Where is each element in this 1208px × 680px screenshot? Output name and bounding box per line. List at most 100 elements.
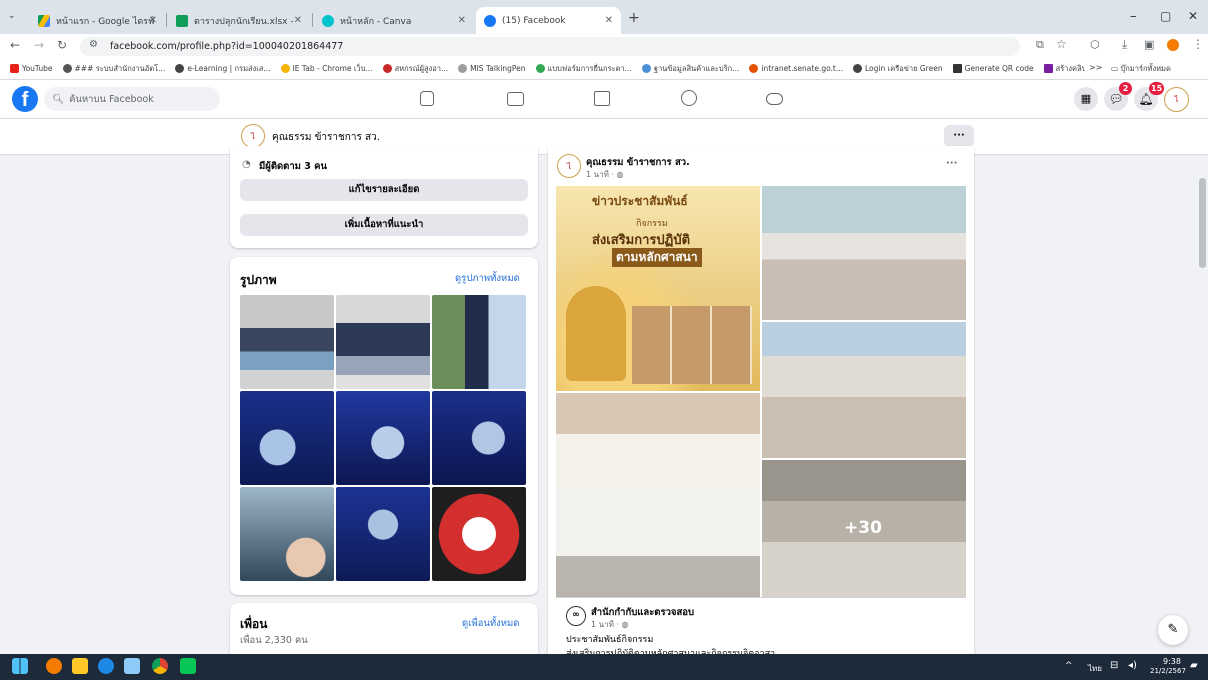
bookmark-ietab[interactable]: IE Tab - Chrome เว็บ...	[280, 63, 373, 75]
forward-icon[interactable]: →	[34, 38, 44, 52]
tab-close-icon[interactable]: ✕	[149, 15, 157, 26]
edge-icon[interactable]	[98, 658, 114, 674]
download-icon[interactable]: ⤓	[1122, 37, 1127, 52]
post-menu-button[interactable]: ···	[946, 158, 957, 169]
tab-close-icon[interactable]: ✕	[458, 15, 466, 26]
post-author-avatar[interactable]: ไ	[557, 154, 581, 178]
profile-avatar-small[interactable]: ไ	[241, 124, 265, 148]
network-icon[interactable]: ⊟	[1110, 660, 1118, 671]
browser-menu-icon[interactable]: ⋮	[1192, 37, 1204, 51]
clock-time[interactable]: 9:38	[1163, 657, 1181, 666]
bookmark-office[interactable]: ### ระบบสำนักงานอัตโ...	[62, 63, 165, 75]
post-image[interactable]	[762, 186, 966, 320]
bookmark-qr-generate[interactable]: Generate QR code	[952, 64, 1034, 73]
post-image[interactable]	[762, 322, 966, 458]
more-photos-count: +30	[844, 518, 882, 538]
photo-thumbnail[interactable]	[432, 295, 526, 389]
new-message-button[interactable]: ✎	[1158, 615, 1188, 645]
profile-name[interactable]: คุณธรรม ข้าราชการ สว.	[272, 130, 380, 145]
facebook-search-input[interactable]: 🔍︎ ค้นหาบน Facebook	[44, 87, 220, 111]
tab-title: ตารางปลุกนักเรียน.xlsx - Google ชีต	[194, 16, 294, 27]
bookmark-youtube[interactable]: YouTube	[10, 64, 53, 73]
chrome-icon[interactable]	[152, 658, 168, 674]
photo-thumbnail[interactable]	[336, 391, 430, 485]
search-icon: 🔍︎	[52, 93, 65, 105]
bookmark-mis[interactable]: MIS TalkingPen	[458, 64, 526, 73]
banner-title: ข่าวประชาสัมพันธ์	[592, 194, 688, 208]
profile-avatar-icon[interactable]	[1167, 39, 1179, 51]
tab-google-drive[interactable]: หน้าแรก - Google ไดรฟ์ ✕	[30, 7, 165, 34]
menu-grid-icon[interactable]: ▦	[1074, 87, 1098, 111]
tab-close-icon[interactable]: ✕	[294, 15, 302, 26]
groups-icon[interactable]	[681, 90, 697, 106]
tab-facebook[interactable]: (15) Facebook ✕	[476, 7, 621, 34]
photo-thumbnail[interactable]	[336, 295, 430, 389]
facebook-logo-icon[interactable]: f	[12, 86, 38, 112]
tab-canva[interactable]: หน้าหลัก - Canva ✕	[314, 7, 474, 34]
marketplace-icon[interactable]	[594, 91, 610, 106]
drive-icon	[535, 64, 545, 73]
volume-icon[interactable]: ◂)	[1128, 660, 1137, 671]
bookmark-intranet[interactable]: intranet.senate.go.t...	[749, 64, 843, 73]
taskbar-app-icon[interactable]	[124, 658, 140, 674]
bookmarks-overflow-button[interactable]: >>	[1085, 63, 1107, 72]
all-bookmarks-folder[interactable]: ▭ บุ๊กมาร์กทั้งหมด	[1105, 63, 1208, 75]
photo-thumbnail[interactable]	[432, 391, 526, 485]
line-icon[interactable]	[180, 658, 196, 674]
shared-text-line: ส่งเสริมการปฏิบัติตามหลักศาสนาและกิจกรรม…	[566, 649, 776, 654]
notifications-badge: 15	[1149, 82, 1165, 95]
video-icon[interactable]	[507, 92, 524, 106]
tab-title: หน้าหลัก - Canva	[340, 16, 412, 27]
banner-subtitle: กิจกรรม	[636, 219, 668, 229]
page-scrollbar[interactable]	[1199, 178, 1206, 268]
bookmark-login-green[interactable]: Login เครือข่าย Green	[853, 63, 943, 75]
tab-close-icon[interactable]: ✕	[605, 15, 613, 26]
photo-thumbnail[interactable]	[432, 487, 526, 581]
tab-google-sheets[interactable]: ตารางปลุกนักเรียน.xlsx - Google ชีต ✕	[168, 7, 310, 34]
notification-center-icon[interactable]: ▰	[1190, 660, 1198, 671]
rss-icon: ◔	[242, 159, 251, 170]
close-window-button[interactable]: ✕	[1188, 9, 1198, 23]
add-featured-button[interactable]: เพิ่มเนื้อหาที่แนะนำ	[240, 214, 528, 236]
bookmark-elearning[interactable]: e-Learning | กรมส่งเส...	[175, 63, 271, 75]
bookmark-forms[interactable]: แบบฟอร์มการยื่นกระดา...	[535, 63, 632, 75]
home-icon[interactable]	[420, 91, 434, 106]
post-image[interactable]	[556, 393, 760, 597]
tab-search-button[interactable]: ⌄	[8, 11, 22, 25]
photo-thumbnail[interactable]	[336, 487, 430, 581]
side-panel-icon[interactable]: ▣	[1144, 38, 1154, 51]
account-avatar[interactable]: ไ	[1164, 87, 1189, 112]
shared-author-avatar[interactable]: ∞	[566, 606, 586, 626]
reload-icon[interactable]: ↻	[57, 38, 67, 52]
clock-date[interactable]: 21/2/2567	[1150, 667, 1186, 675]
see-all-friends-link[interactable]: ดูเพื่อนทั้งหมด	[462, 616, 519, 631]
install-app-icon[interactable]: ⧉	[1036, 38, 1044, 52]
photo-thumbnail[interactable]	[240, 391, 334, 485]
taskbar-app-icon[interactable]	[46, 658, 62, 674]
windows-start-icon[interactable]	[12, 658, 28, 674]
photos-title: รูปภาพ	[240, 273, 277, 287]
bookmark-star-icon[interactable]: ☆	[1056, 37, 1067, 51]
post-image-banner[interactable]: ข่าวประชาสัมพันธ์ กิจกรรม ส่งเสริมการปฏิ…	[556, 186, 760, 391]
photo-thumbnail[interactable]	[240, 295, 334, 389]
back-icon[interactable]: ←	[10, 38, 20, 52]
maximize-button[interactable]: ▢	[1160, 9, 1171, 23]
new-tab-button[interactable]: +	[628, 10, 640, 26]
see-all-photos-link[interactable]: ดูรูปภาพทั้งหมด	[455, 271, 520, 286]
gaming-icon[interactable]	[766, 93, 783, 105]
photo-thumbnail[interactable]	[240, 487, 334, 581]
file-explorer-icon[interactable]	[72, 658, 88, 674]
ietab-icon	[280, 64, 290, 73]
extensions-icon[interactable]: ⬡	[1090, 38, 1100, 51]
bookmark-coop[interactable]: สหกรณ์ผู้สูงอา...	[382, 63, 448, 75]
language-indicator[interactable]: ไทย	[1088, 662, 1102, 675]
tray-chevron-icon[interactable]: ^	[1065, 661, 1073, 671]
post-image-more[interactable]: +30	[762, 460, 966, 597]
edit-details-button[interactable]: แก้ไขรายละเอียด	[240, 179, 528, 201]
minimize-button[interactable]: –	[1130, 9, 1137, 24]
address-bar[interactable]: facebook.com/profile.php?id=100040201864…	[80, 37, 1020, 56]
profile-more-button[interactable]: ···	[944, 125, 974, 147]
tab-divider	[166, 13, 167, 27]
site-info-icon[interactable]: ⚙	[89, 39, 98, 50]
bookmark-database[interactable]: ฐานข้อมูลสินค้าและบริก...	[641, 63, 739, 75]
